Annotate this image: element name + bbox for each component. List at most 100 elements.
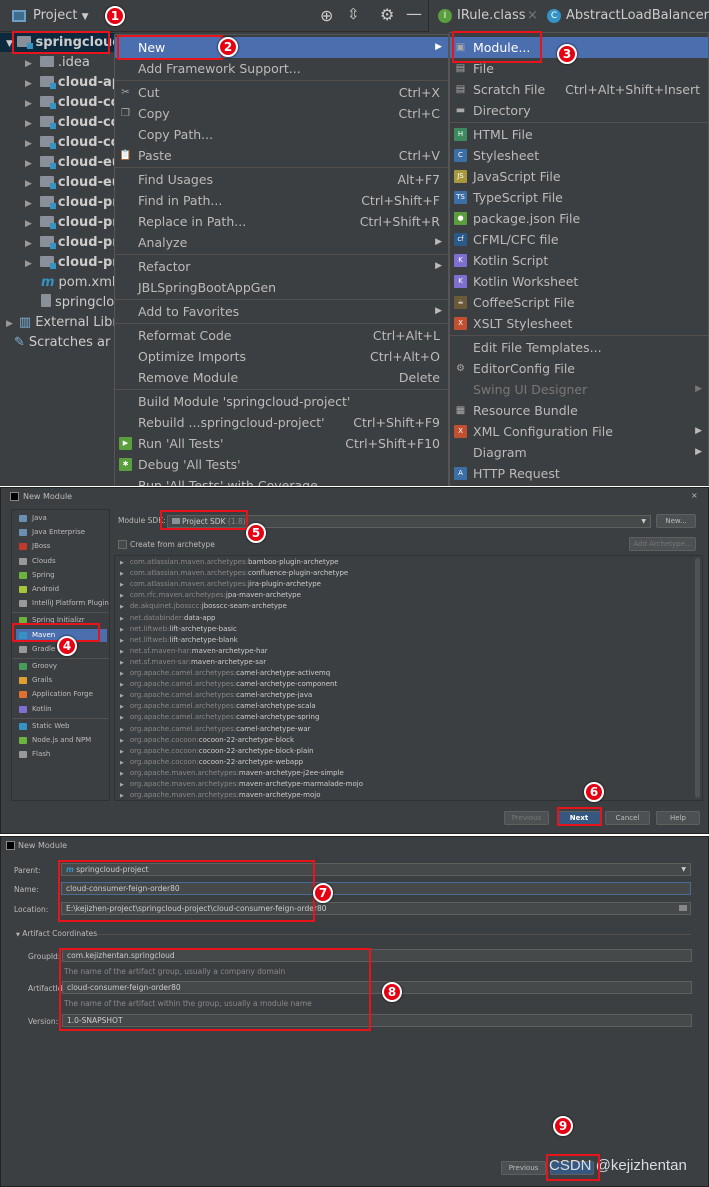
- artifact-coordinates-toggle[interactable]: ▼ Artifact Coordinates: [16, 929, 97, 938]
- archetype-list[interactable]: ▶ com.atlassian.maven.archetypes:bamboo-p…: [114, 555, 703, 801]
- menu-item[interactable]: Optimize Imports Ctrl+Alt+O: [115, 346, 448, 367]
- archetype-item[interactable]: ▶ com.rfc.maven.archetypes:jpa-maven-arch…: [120, 590, 301, 601]
- menu-item[interactable]: K Kotlin Worksheet: [450, 271, 708, 292]
- tree-item[interactable]: ▶ cloud-eu: [0, 153, 121, 173]
- menu-item[interactable]: ▬ Directory: [450, 100, 708, 121]
- menu-item[interactable]: Diagram ▶: [450, 442, 708, 463]
- expand-arrow-icon[interactable]: ▶: [120, 693, 124, 699]
- expand-arrow-icon[interactable]: ▶: [120, 571, 124, 577]
- menu-item[interactable]: A HTTP Request: [450, 463, 708, 484]
- previous-button[interactable]: Previous: [504, 811, 549, 825]
- menu-item[interactable]: ⚙ EditorConfig File: [450, 358, 708, 379]
- sidebar-item-kotlin[interactable]: Kotlin: [16, 703, 107, 716]
- sidebar-item-android[interactable]: Android: [16, 583, 107, 596]
- expand-arrow-icon[interactable]: ▶: [25, 179, 32, 189]
- menu-item[interactable]: ❐ Copy Ctrl+C: [115, 103, 448, 124]
- sidebar-item-spring[interactable]: Spring: [16, 569, 107, 582]
- archetype-item[interactable]: ▶ org.apache.camel.archetypes:camel-arche…: [120, 724, 311, 735]
- tree-item[interactable]: ▶ cloud-co: [0, 133, 120, 153]
- expand-arrow-icon[interactable]: ▶: [120, 771, 124, 777]
- expand-arrow-icon[interactable]: ▶: [25, 119, 32, 129]
- sidebar-item-node-js-and-npm[interactable]: Node.js and NPM: [16, 734, 107, 747]
- expand-arrow-icon[interactable]: ▶: [25, 139, 32, 149]
- archetype-item[interactable]: ▶ org.apache.camel.archetypes:camel-arche…: [120, 690, 312, 701]
- sidebar-item-java[interactable]: Java: [16, 512, 107, 525]
- locate-icon[interactable]: ⊕: [320, 6, 333, 25]
- sidebar-item-grails[interactable]: Grails: [16, 674, 107, 687]
- menu-item[interactable]: Replace in Path... Ctrl+Shift+R: [115, 211, 448, 232]
- archetype-item[interactable]: ▶ org.apache.cocoon:cocoon-22-archetype-b…: [120, 746, 314, 757]
- expand-arrow-icon[interactable]: ▶: [25, 199, 32, 209]
- menu-item[interactable]: cf CFML/CFC file: [450, 229, 708, 250]
- menu-item[interactable]: ▶ Run 'All Tests' Ctrl+Shift+F10: [115, 433, 448, 454]
- archetype-item[interactable]: ▶ org.apache.camel.archetypes:camel-arche…: [120, 701, 316, 712]
- expand-arrow-icon[interactable]: ▶: [6, 319, 13, 329]
- expand-arrow-icon[interactable]: ▶: [120, 582, 124, 588]
- expand-arrow-icon[interactable]: ▶: [25, 259, 32, 269]
- archetype-item[interactable]: ▶ com.atlassian.maven.archetypes:jira-plu…: [120, 579, 321, 590]
- collapse-icon[interactable]: ⇳: [347, 5, 360, 23]
- archetype-item[interactable]: ▶ org.apache.maven.archetypes:maven-arche…: [120, 768, 344, 779]
- archetype-item[interactable]: ▶ com.atlassian.maven.archetypes:bamboo-p…: [120, 557, 339, 568]
- menu-item[interactable]: Refactor ▶: [115, 256, 448, 277]
- expand-arrow-icon[interactable]: ▶: [120, 749, 124, 755]
- help-button[interactable]: Help: [656, 811, 700, 825]
- expand-arrow-icon[interactable]: ▶: [25, 159, 32, 169]
- sidebar-item-flash[interactable]: Flash: [16, 748, 107, 761]
- expand-arrow-icon[interactable]: ▶: [120, 627, 124, 633]
- archetype-item[interactable]: ▶ org.apache.maven.archetypes:maven-arche…: [120, 790, 321, 800]
- archetype-item[interactable]: ▶ org.apache.maven.archetypes:maven-arche…: [120, 779, 363, 790]
- expand-arrow-icon[interactable]: ▶: [120, 727, 124, 733]
- expand-arrow-icon[interactable]: ▶: [120, 604, 124, 610]
- menu-item[interactable]: JS JavaScript File: [450, 166, 708, 187]
- archetype-item[interactable]: ▶ com.atlassian.maven.archetypes:confluen…: [120, 568, 348, 579]
- sidebar-item-java-enterprise[interactable]: Java Enterprise: [16, 526, 107, 539]
- menu-item[interactable]: Edit File Templates...: [450, 337, 708, 358]
- tree-item[interactable]: ▶ cloud-co: [0, 93, 120, 113]
- cancel-button[interactable]: Cancel: [605, 811, 650, 825]
- archetype-item[interactable]: ▶ net.databinder:data-app: [120, 613, 216, 624]
- minimize-icon[interactable]: —: [406, 4, 422, 23]
- menu-item[interactable]: Reformat Code Ctrl+Alt+L: [115, 325, 448, 346]
- tree-item[interactable]: springclo: [0, 293, 114, 313]
- expand-arrow-icon[interactable]: ▶: [120, 793, 124, 799]
- menu-item[interactable]: Swing UI Designer ▶: [450, 379, 708, 400]
- expand-arrow-icon[interactable]: ▶: [120, 715, 124, 721]
- archetype-item[interactable]: ▶ org.apache.cocoon:cocoon-22-archetype-w…: [120, 757, 303, 768]
- tab-irule[interactable]: IRule.class: [457, 8, 526, 23]
- menu-item[interactable]: Analyze ▶: [115, 232, 448, 253]
- expand-arrow-icon[interactable]: ▶: [120, 682, 124, 688]
- archetype-item[interactable]: ▶ org.apache.camel.archetypes:camel-arche…: [120, 712, 319, 723]
- menu-item[interactable]: ● package.json File: [450, 208, 708, 229]
- tree-item[interactable]: m pom.xml: [0, 273, 116, 293]
- expand-arrow-icon[interactable]: ▶: [120, 616, 124, 622]
- scrollbar[interactable]: [695, 558, 700, 798]
- archetype-item[interactable]: ▶ org.apache.cocoon:cocoon-22-archetype-b…: [120, 735, 294, 746]
- expand-arrow-icon[interactable]: ▶: [25, 219, 32, 229]
- expand-arrow-icon[interactable]: ▶: [120, 560, 124, 566]
- menu-item[interactable]: Copy Path...: [115, 124, 448, 145]
- archetype-item[interactable]: ▶ net.liftweb:lift-archetype-blank: [120, 635, 238, 646]
- menu-item[interactable]: Rebuild ...springcloud-project' Ctrl+Shif…: [115, 412, 448, 433]
- gear-icon[interactable]: ⚙: [380, 5, 394, 24]
- new-sdk-button[interactable]: New...: [656, 514, 696, 528]
- menu-item[interactable]: Find Usages Alt+F7: [115, 169, 448, 190]
- archetype-item[interactable]: ▶ net.sf.maven-har:maven-archetype-har: [120, 646, 268, 657]
- expand-arrow-icon[interactable]: ▶: [120, 782, 124, 788]
- menu-item[interactable]: Find in Path... Ctrl+Shift+F: [115, 190, 448, 211]
- create-from-archetype-checkbox[interactable]: [118, 540, 127, 549]
- menu-item[interactable]: ▤ Scratch File Ctrl+Alt+Shift+Insert: [450, 79, 708, 100]
- expand-arrow-icon[interactable]: ▶: [120, 660, 124, 666]
- archetype-item[interactable]: ▶ org.apache.camel.archetypes:camel-arche…: [120, 668, 330, 679]
- menu-item[interactable]: ✱ Debug 'All Tests': [115, 454, 448, 475]
- archetype-item[interactable]: ▶ de.akquinet.jbosscc:jbosscc-seam-archet…: [120, 601, 287, 612]
- menu-item[interactable]: ✂ Cut Ctrl+X: [115, 82, 448, 103]
- tree-item[interactable]: ▶ cloud-eu: [0, 173, 121, 193]
- tree-item[interactable]: ▶ cloud-pr: [0, 193, 119, 213]
- expand-arrow-icon[interactable]: ▶: [25, 79, 32, 89]
- tree-item[interactable]: ▶ cloud-co: [0, 113, 120, 133]
- sidebar-item-intellij-platform-plugin[interactable]: IntelliJ Platform Plugin: [16, 597, 109, 610]
- tree-item[interactable]: ▶ cloud-pr: [0, 233, 119, 253]
- menu-item[interactable]: H HTML File: [450, 124, 708, 145]
- tree-item-scratches[interactable]: ✎ Scratches ar: [0, 333, 110, 353]
